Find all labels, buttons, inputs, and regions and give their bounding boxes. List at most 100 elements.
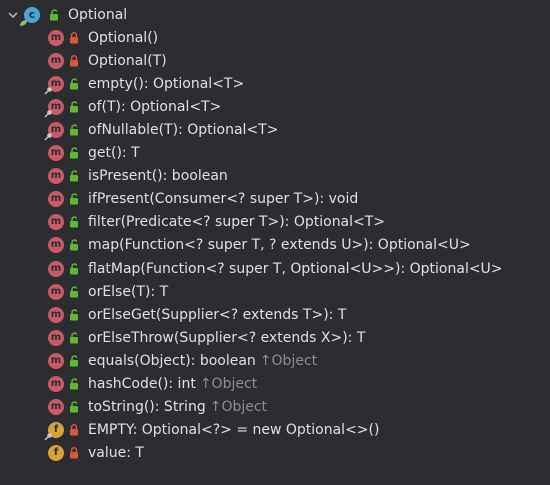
private-lock-icon — [68, 31, 80, 45]
method-item[interactable]: m equals(Object): boolean ↑ Object — [0, 349, 550, 372]
method-icon: m — [48, 191, 64, 208]
method-icon-glyph: m — [50, 401, 62, 413]
private-lock-icon — [68, 446, 80, 460]
method-icon: m — [48, 306, 64, 323]
method-icon-glyph: m — [50, 378, 62, 389]
method-icon: m — [48, 352, 64, 369]
member-signature: equals(Object): boolean — [88, 352, 256, 369]
member-signature: hashCode(): int — [88, 376, 196, 392]
class-icon-glyph: c — [28, 7, 36, 21]
inherited-arrow-icon: ↑ — [199, 376, 212, 392]
public-unlock-icon — [68, 77, 80, 91]
public-unlock-icon — [68, 354, 80, 368]
public-unlock-icon — [68, 100, 80, 114]
method-icon-glyph: m — [50, 147, 62, 158]
method-icon-glyph: m — [50, 331, 62, 343]
method-icon-glyph: m — [50, 193, 62, 205]
private-lock-icon — [68, 423, 80, 437]
public-unlock-icon — [68, 377, 80, 391]
method-icon: m — [48, 399, 64, 416]
method-item[interactable]: m hashCode(): int ↑ Object — [0, 373, 550, 396]
public-unlock-icon — [68, 192, 80, 206]
method-item[interactable]: m Optional(T) — [0, 49, 550, 72]
field-icon: f — [44, 422, 64, 441]
static-pin-icon — [44, 433, 52, 441]
member-signature: isPresent(): boolean — [88, 168, 228, 185]
inherited-arrow-icon: ↑ — [209, 399, 222, 416]
class-icon: c — [20, 6, 40, 26]
method-icon: m — [48, 283, 64, 300]
method-item[interactable]: m ofNullable(T): Optional<T> — [0, 118, 550, 141]
member-signature: filter(Predicate<? super T>): Optional<T… — [88, 214, 386, 231]
structure-tree: c Optional m Optional() m Optional(T) m empty… — [0, 0, 550, 485]
method-item[interactable]: m orElseGet(Supplier<? extends T>): T — [0, 303, 550, 326]
member-signature: of(T): Optional<T> — [88, 98, 222, 115]
member-signature: map(Function<? super T, ? extends U>): O… — [88, 237, 471, 254]
public-unlock-icon — [68, 262, 80, 276]
method-item[interactable]: m isPresent(): boolean — [0, 165, 550, 188]
field-item[interactable]: f value: T — [0, 442, 550, 465]
member-signature: orElse(T): T — [88, 283, 169, 300]
method-icon: m — [48, 214, 64, 231]
method-icon: m — [48, 260, 64, 277]
method-item[interactable]: m toString(): String ↑ Object — [0, 396, 550, 419]
public-unlock-icon — [68, 215, 80, 229]
inherited-arrow-icon: ↑ — [259, 352, 272, 369]
method-icon: m — [48, 168, 64, 185]
field-item[interactable]: f EMPTY: Optional<?> = new Optional<>() — [0, 419, 550, 442]
method-icon: m — [44, 121, 64, 141]
member-signature: ifPresent(Consumer<? super T>): void — [88, 191, 359, 208]
member-signature: EMPTY: Optional<?> = new Optional<>() — [88, 422, 380, 439]
method-icon: m — [48, 237, 64, 254]
field-icon-glyph: f — [53, 447, 59, 459]
method-item[interactable]: m map(Function<? super T, ? extends U>): … — [0, 234, 550, 257]
method-icon-glyph: m — [50, 54, 62, 66]
inherited-from-label: Object — [221, 399, 268, 416]
member-signature: toString(): String — [88, 399, 206, 416]
public-unlock-icon — [68, 285, 80, 299]
member-signature: Optional() — [88, 29, 159, 46]
public-unlock-icon — [68, 169, 80, 183]
member-signature: orElseThrow(Supplier<? extends X>): T — [88, 329, 366, 346]
method-icon-glyph: m — [50, 354, 62, 366]
method-icon-glyph: m — [50, 170, 62, 182]
method-item[interactable]: m of(T): Optional<T> — [0, 95, 550, 118]
method-icon: m — [44, 75, 64, 95]
method-item[interactable]: m empty(): Optional<T> — [0, 72, 550, 95]
method-item[interactable]: m get(): T — [0, 142, 550, 165]
inherited-from-label: Object — [271, 352, 318, 369]
public-unlock-icon — [48, 8, 60, 22]
method-item[interactable]: m orElse(T): T — [0, 280, 550, 303]
static-pin-icon — [44, 86, 52, 95]
public-unlock-icon — [68, 123, 80, 137]
private-lock-icon — [68, 54, 80, 68]
public-unlock-icon — [68, 238, 80, 252]
method-icon: m — [48, 29, 64, 46]
method-item[interactable]: m filter(Predicate<? super T>): Optional<… — [0, 211, 550, 234]
member-signature: ofNullable(T): Optional<T> — [88, 121, 279, 138]
method-item[interactable]: m Optional() — [0, 26, 550, 49]
method-icon: m — [48, 376, 64, 392]
public-unlock-icon — [68, 308, 80, 322]
public-unlock-icon — [68, 331, 80, 345]
method-item[interactable]: m orElseThrow(Supplier<? extends X>): T — [0, 326, 550, 349]
method-item[interactable]: m flatMap(Function<? super T, Optional<U>… — [0, 257, 550, 280]
method-icon-glyph: m — [50, 216, 62, 228]
member-signature: empty(): Optional<T> — [88, 75, 245, 92]
method-item[interactable]: m ifPresent(Consumer<? super T>): void — [0, 188, 550, 211]
static-pin-icon — [44, 109, 52, 118]
chevron-down-icon[interactable] — [6, 8, 20, 22]
tree-root-optional[interactable]: c Optional — [0, 3, 550, 26]
member-signature: value: T — [88, 445, 144, 462]
method-icon: m — [44, 98, 64, 118]
method-icon: m — [48, 52, 64, 69]
public-unlock-icon — [68, 146, 80, 160]
member-signature: flatMap(Function<? super T, Optional<U>>… — [88, 260, 503, 277]
method-icon-glyph: m — [50, 308, 62, 320]
class-name-label: Optional — [68, 6, 128, 23]
method-icon: m — [48, 329, 64, 346]
method-icon-glyph: m — [50, 285, 62, 297]
member-signature: get(): T — [88, 145, 140, 161]
member-signature: Optional(T) — [88, 52, 167, 69]
field-icon: f — [48, 445, 64, 462]
